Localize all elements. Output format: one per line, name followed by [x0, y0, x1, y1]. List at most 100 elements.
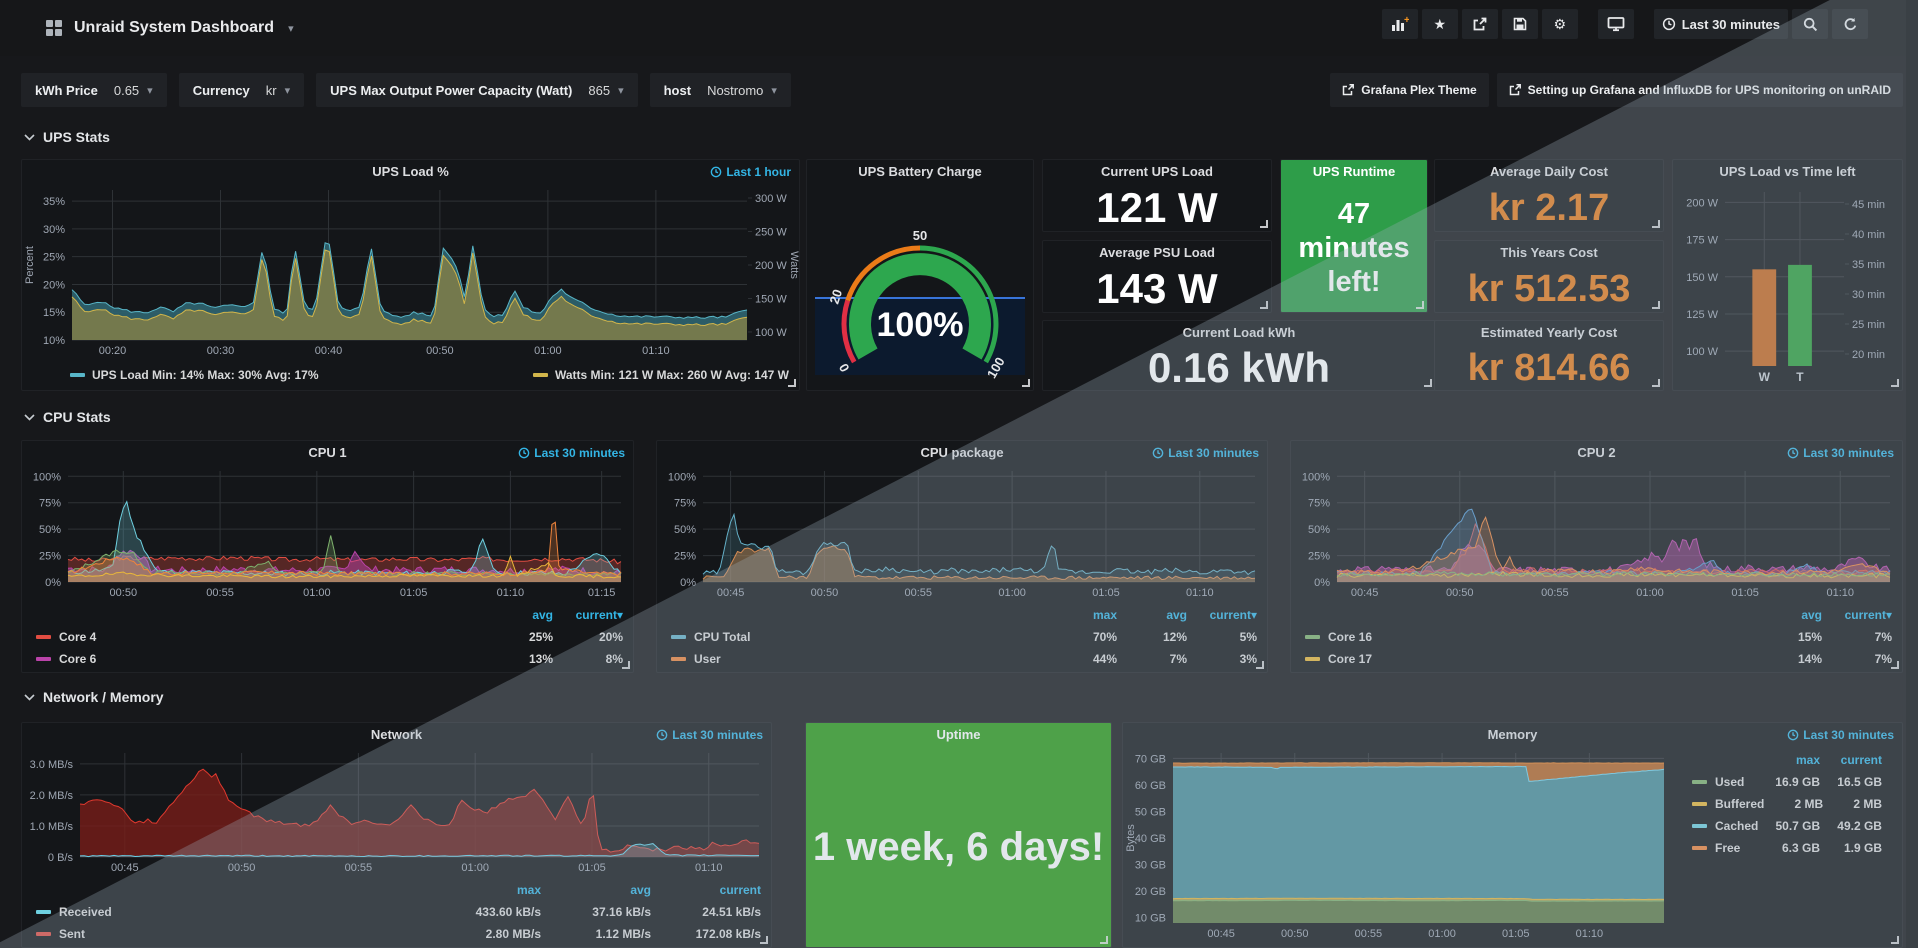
svg-text:0%: 0%	[680, 577, 696, 589]
legend-series-free[interactable]: Free	[1692, 841, 1758, 855]
legend-sort-avg[interactable]: avg	[1752, 608, 1822, 622]
series-swatch	[36, 635, 51, 639]
legend-series-cached[interactable]: Cached	[1692, 819, 1758, 833]
search-button[interactable]	[1792, 9, 1828, 39]
svg-text:01:00: 01:00	[998, 587, 1026, 599]
legend-series-used[interactable]: Used	[1692, 775, 1758, 789]
legend-row: Core 1615%7%	[1305, 626, 1892, 648]
legend-sort-max[interactable]: max	[1047, 608, 1117, 622]
legend-series-core-4[interactable]: Core 4	[36, 630, 483, 644]
svg-text:01:10: 01:10	[695, 862, 723, 874]
series-swatch	[1305, 635, 1320, 639]
cycle-view-button[interactable]	[1598, 9, 1634, 39]
legend-series-core-6[interactable]: Core 6	[36, 652, 483, 666]
stat-value: 143 W	[1043, 265, 1271, 312]
cpu1-legend: avgcurrent▾Core 425%20%Core 613%8%	[22, 604, 633, 670]
variable-kwh-price[interactable]: kWh Price 0.65▾	[21, 73, 167, 107]
svg-text:01:10: 01:10	[642, 345, 670, 357]
share-button[interactable]	[1462, 9, 1498, 39]
legend-series-watts[interactable]: Watts Min: 121 W Max: 260 W Avg: 147 W	[533, 368, 789, 382]
panel-title[interactable]: Estimated Yearly Cost	[1435, 321, 1663, 345]
add-panel-button[interactable]: +	[1382, 9, 1418, 39]
legend-sort-avg[interactable]: avg	[483, 608, 553, 622]
variable-currency[interactable]: Currency kr▾	[179, 73, 304, 107]
legend-row: Core 613%8%	[36, 648, 623, 670]
stat-value: kr 814.66	[1435, 345, 1663, 390]
ups-vs-time-chart[interactable]: 200 W175 W150 W125 W100 W45 min40 min35 …	[1673, 184, 1902, 386]
section-cpu-stats[interactable]: CPU Stats	[24, 409, 111, 425]
svg-text:00:55: 00:55	[905, 587, 933, 599]
legend-row: Buffered2 MB2 MB	[1692, 793, 1882, 815]
legend-sort-avg[interactable]: avg	[541, 883, 651, 897]
legend-sort-max[interactable]: max	[1758, 753, 1820, 767]
legend-value: 1.9 GB	[1820, 841, 1882, 855]
panel-title[interactable]: Current UPS Load	[1043, 160, 1271, 184]
legend-sort-current[interactable]: current	[1820, 753, 1882, 767]
panel-title[interactable]: UPS Runtime	[1281, 160, 1427, 184]
time-range-picker[interactable]: Last 30 minutes	[1654, 9, 1788, 39]
legend-series-buffered[interactable]: Buffered	[1692, 797, 1764, 811]
legend-value: 8%	[553, 652, 623, 666]
panel-current-ups-load: Current UPS Load 121 W	[1042, 159, 1272, 232]
legend-value: 37.16 kB/s	[541, 905, 651, 919]
series-swatch	[671, 635, 686, 639]
link-grafana-plex-theme[interactable]: Grafana Plex Theme	[1330, 73, 1488, 107]
cpu-package-chart[interactable]: 100%75%50%25%0%00:4500:5000:5501:0001:05…	[657, 465, 1267, 602]
legend-value: 2 MB	[1823, 797, 1882, 811]
svg-text:01:00: 01:00	[534, 345, 562, 357]
panel-title[interactable]: Average PSU Load	[1043, 241, 1271, 265]
panel-title[interactable]: Memory	[1123, 723, 1902, 747]
cpu1-chart[interactable]: 100%75%50%25%0%00:5000:5501:0001:0501:10…	[22, 465, 633, 602]
panel-title[interactable]: Current Load kWh	[1043, 321, 1435, 345]
grafana-dashboard: Unraid System Dashboard ▾ + ★	[0, 0, 1918, 948]
legend-series-sent[interactable]: Sent	[36, 927, 431, 941]
legend-series-ups-load[interactable]: UPS Load Min: 14% Max: 30% Avg: 17%	[70, 368, 319, 382]
panel-title[interactable]: Uptime	[806, 723, 1111, 747]
svg-text:60 GB: 60 GB	[1135, 780, 1166, 792]
star-button[interactable]: ★	[1422, 9, 1458, 39]
network-chart[interactable]: 3.0 MB/s2.0 MB/s1.0 MB/s0 B/s00:4500:500…	[22, 747, 771, 877]
svg-text:01:05: 01:05	[1502, 928, 1530, 940]
ups-load-chart[interactable]: 35%30%25%20%15%10%300 W250 W200 W150 W10…	[22, 184, 799, 360]
section-network-memory[interactable]: Network / Memory	[24, 689, 164, 705]
dashboard-picker[interactable]: Unraid System Dashboard ▾	[46, 19, 294, 37]
save-button[interactable]	[1502, 9, 1538, 39]
legend-sort-current[interactable]: current▾	[1187, 608, 1257, 622]
chevron-down-icon	[24, 414, 35, 421]
variable-value: 865	[588, 83, 610, 98]
svg-text:300 W: 300 W	[755, 193, 787, 205]
panel-title[interactable]: This Years Cost	[1435, 241, 1663, 265]
share-icon	[1472, 17, 1487, 32]
legend-sort-current[interactable]: current▾	[1822, 608, 1892, 622]
legend-sort-avg[interactable]: avg	[1117, 608, 1187, 622]
clock-icon	[1787, 729, 1799, 741]
svg-text:100 W: 100 W	[1686, 346, 1718, 358]
svg-text:0%: 0%	[45, 577, 61, 589]
legend-sort-max[interactable]: max	[431, 883, 541, 897]
link-ups-monitoring-guide[interactable]: Setting up Grafana and InfluxDB for UPS …	[1497, 73, 1903, 107]
variable-host[interactable]: host Nostromo▾	[650, 73, 791, 107]
cpu2-chart[interactable]: 100%75%50%25%0%00:4500:5000:5501:0001:05…	[1291, 465, 1902, 602]
legend-series-received[interactable]: Received	[36, 905, 431, 919]
svg-text:01:15: 01:15	[588, 587, 616, 599]
legend-sort-current[interactable]: current	[651, 883, 761, 897]
clock-icon	[518, 447, 530, 459]
legend-sort-current[interactable]: current▾	[553, 608, 623, 622]
refresh-button[interactable]	[1832, 9, 1868, 39]
legend-series-core-16[interactable]: Core 16	[1305, 630, 1752, 644]
memory-chart[interactable]: 70 GB60 GB50 GB40 GB30 GB20 GB10 GB00:45…	[1123, 747, 1674, 943]
settings-button[interactable]: ⚙	[1542, 9, 1578, 39]
panel-title[interactable]: UPS Load %	[22, 160, 799, 184]
panel-title[interactable]: Average Daily Cost	[1435, 160, 1663, 184]
variable-value: 0.65	[114, 83, 139, 98]
svg-text:01:10: 01:10	[1186, 587, 1214, 599]
scrollbar[interactable]	[1906, 0, 1918, 948]
variable-ups-max-output[interactable]: UPS Max Output Power Capacity (Watt) 865…	[316, 73, 637, 107]
panel-title[interactable]: UPS Load vs Time left	[1673, 160, 1902, 184]
legend-value: 433.60 kB/s	[431, 905, 541, 919]
legend-series-user[interactable]: User	[671, 652, 1047, 666]
section-ups-stats[interactable]: UPS Stats	[24, 129, 110, 145]
variable-value: Nostromo	[707, 83, 763, 98]
legend-series-core-17[interactable]: Core 17	[1305, 652, 1752, 666]
legend-series-cpu-total[interactable]: CPU Total	[671, 630, 1047, 644]
